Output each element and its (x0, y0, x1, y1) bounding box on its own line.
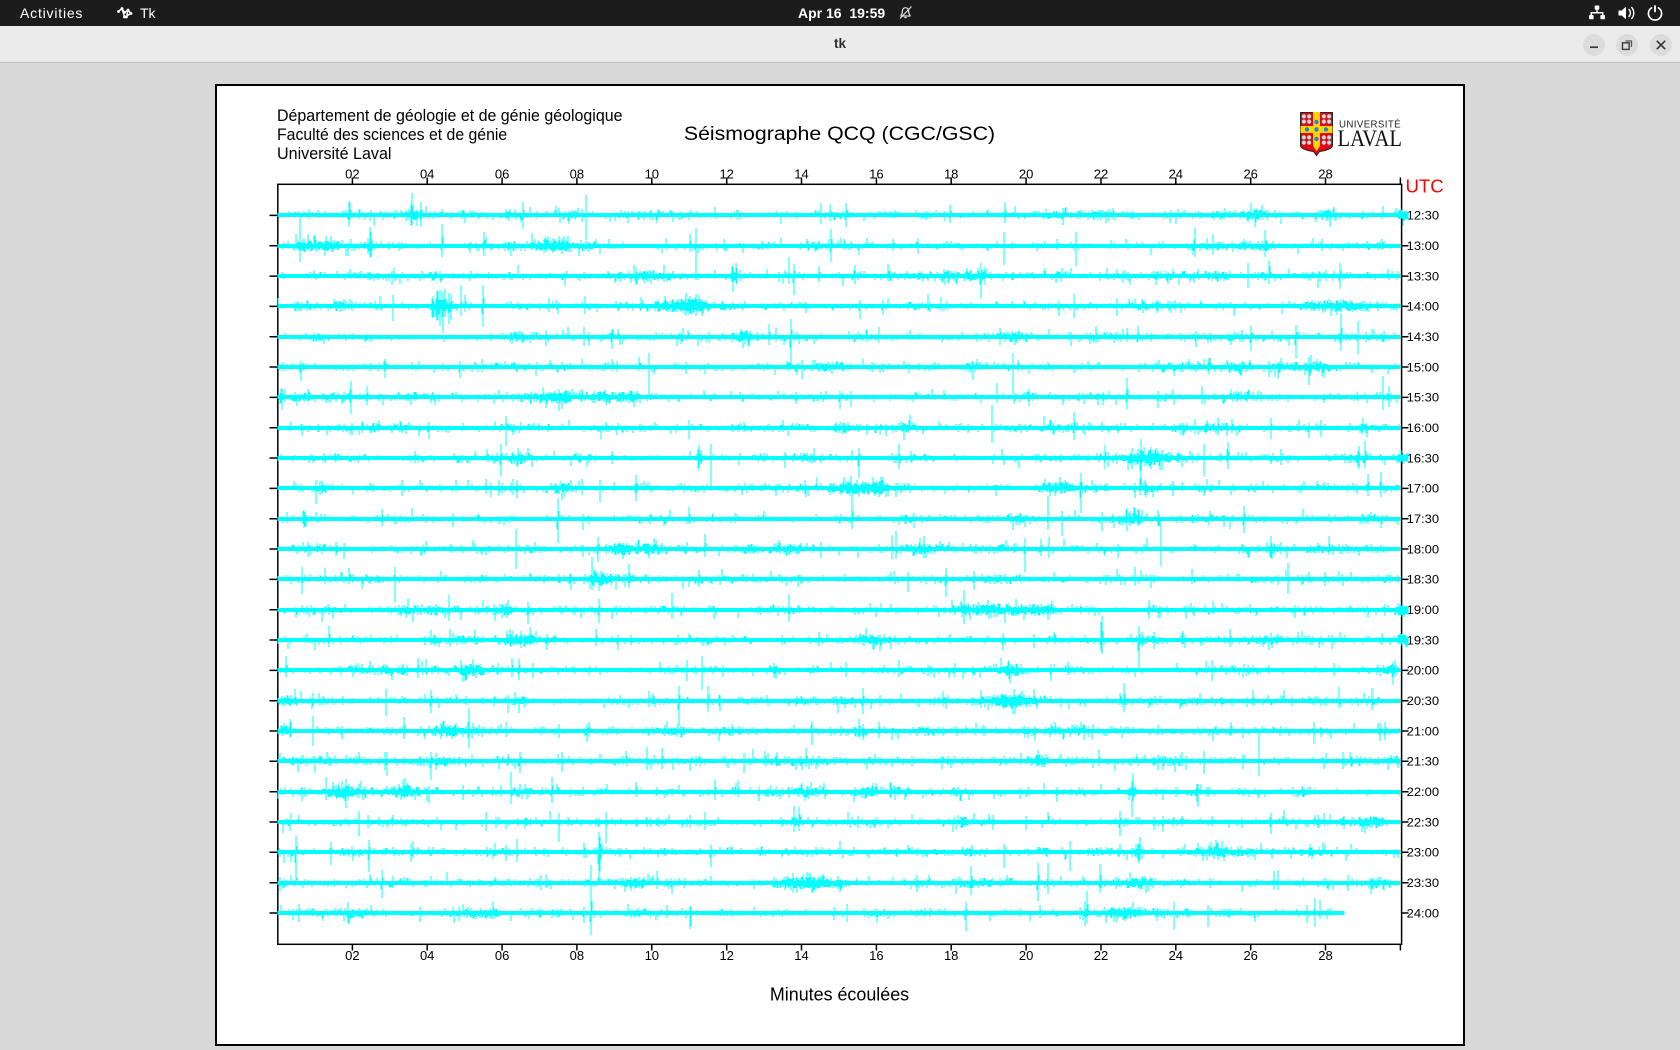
svg-text:19:30: 19:30 (1407, 633, 1440, 647)
svg-text:12: 12 (719, 167, 733, 182)
svg-text:22:00: 22:00 (1407, 785, 1440, 799)
svg-text:10: 10 (645, 948, 659, 963)
svg-text:22: 22 (1094, 948, 1108, 963)
svg-text:23:00: 23:00 (1407, 846, 1440, 860)
svg-text:16:00: 16:00 (1407, 421, 1440, 435)
svg-text:Université Laval: Université Laval (277, 145, 392, 163)
svg-text:UTC: UTC (1406, 175, 1444, 196)
svg-text:10: 10 (645, 167, 659, 182)
svg-text:12:30: 12:30 (1407, 209, 1440, 223)
svg-text:18:30: 18:30 (1407, 573, 1440, 587)
svg-text:14: 14 (794, 948, 808, 963)
svg-text:13:00: 13:00 (1407, 239, 1440, 253)
svg-text:06: 06 (495, 167, 509, 182)
svg-text:26: 26 (1243, 948, 1257, 963)
svg-text:22: 22 (1094, 167, 1108, 182)
svg-text:14: 14 (794, 167, 808, 182)
svg-text:02: 02 (345, 948, 359, 963)
svg-text:16: 16 (869, 167, 883, 182)
svg-text:17:00: 17:00 (1407, 482, 1440, 496)
svg-text:24: 24 (1169, 948, 1183, 963)
svg-text:21:30: 21:30 (1407, 755, 1440, 769)
svg-text:24:00: 24:00 (1407, 906, 1440, 920)
svg-text:24: 24 (1169, 167, 1183, 182)
svg-text:20:30: 20:30 (1407, 694, 1440, 708)
svg-text:18: 18 (944, 948, 958, 963)
svg-text:Département de géologie et de: Département de géologie et de génie géol… (277, 107, 623, 125)
svg-text:06: 06 (495, 948, 509, 963)
svg-text:17:30: 17:30 (1407, 512, 1440, 526)
svg-text:15:00: 15:00 (1407, 360, 1440, 374)
svg-text:15:30: 15:30 (1407, 391, 1440, 405)
svg-text:LAVAL: LAVAL (1338, 126, 1403, 152)
svg-text:19:00: 19:00 (1407, 603, 1440, 617)
svg-text:20: 20 (1019, 167, 1033, 182)
svg-text:04: 04 (420, 167, 434, 182)
svg-text:08: 08 (570, 948, 584, 963)
svg-text:Séismographe QCQ (CGC/GSC): Séismographe QCQ (CGC/GSC) (684, 123, 995, 145)
svg-text:28: 28 (1318, 167, 1332, 182)
svg-text:13:30: 13:30 (1407, 269, 1440, 283)
svg-text:22:30: 22:30 (1407, 815, 1440, 829)
svg-text:21:00: 21:00 (1407, 724, 1440, 738)
svg-text:28: 28 (1318, 948, 1332, 963)
svg-text:04: 04 (420, 948, 434, 963)
svg-text:20:00: 20:00 (1407, 664, 1440, 678)
svg-text:20: 20 (1019, 948, 1033, 963)
svg-text:18: 18 (944, 167, 958, 182)
svg-text:14:00: 14:00 (1407, 300, 1440, 314)
svg-text:23:30: 23:30 (1407, 876, 1440, 890)
svg-text:Faculté des sciences et de gén: Faculté des sciences et de génie (277, 126, 507, 144)
svg-text:02: 02 (345, 167, 359, 182)
svg-text:18:00: 18:00 (1407, 542, 1440, 556)
svg-text:12: 12 (719, 948, 733, 963)
svg-text:14:30: 14:30 (1407, 330, 1440, 344)
svg-text:16: 16 (869, 948, 883, 963)
svg-text:16:30: 16:30 (1407, 451, 1440, 465)
svg-text:08: 08 (570, 167, 584, 182)
svg-text:26: 26 (1243, 167, 1257, 182)
svg-text:Minutes écoulées: Minutes écoulées (770, 985, 909, 1005)
